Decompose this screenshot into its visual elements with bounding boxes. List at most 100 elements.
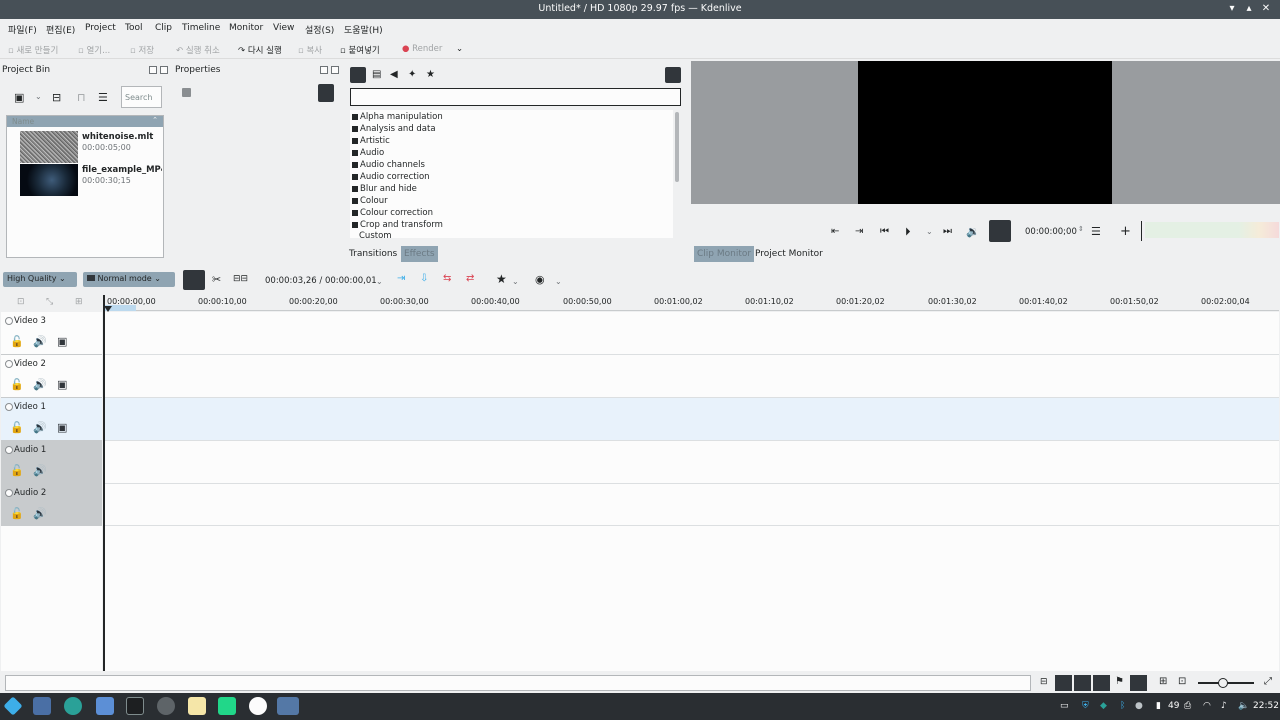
monitor-timecode[interactable]: 00:00:00;00 bbox=[1025, 227, 1077, 237]
menu-view[interactable]: View bbox=[273, 23, 294, 33]
waveform-view-button[interactable] bbox=[1093, 675, 1110, 691]
properties-toggle-button[interactable] bbox=[318, 84, 334, 102]
delete-icon[interactable]: ⊓ bbox=[77, 91, 86, 104]
obs-icon[interactable] bbox=[157, 697, 175, 715]
desktop-icon[interactable] bbox=[33, 697, 51, 715]
folder-icon[interactable]: ⊟ bbox=[52, 91, 61, 104]
terminal-icon[interactable] bbox=[126, 697, 144, 715]
tab-clip-monitor[interactable]: Clip Monitor bbox=[694, 246, 755, 262]
float-icon[interactable] bbox=[149, 66, 157, 74]
effects-menu-button[interactable] bbox=[665, 67, 681, 83]
track-lane-video-1[interactable] bbox=[105, 398, 1279, 441]
lift-icon[interactable]: ⇄ bbox=[466, 273, 474, 284]
menu-icon[interactable]: ☰ bbox=[98, 91, 108, 104]
effect-category[interactable]: Blur and hide bbox=[352, 184, 417, 194]
menu-timeline[interactable]: Timeline bbox=[182, 23, 220, 33]
overwrite-icon[interactable]: ⇩ bbox=[420, 273, 428, 284]
track-header-audio-2[interactable]: Audio 2 🔓 🔊 bbox=[1, 484, 102, 526]
paste-button[interactable]: ▫ 붙여넣기 bbox=[340, 44, 380, 56]
set-zone-out-icon[interactable]: ⇥ bbox=[855, 226, 863, 237]
track-lane-audio-1[interactable] bbox=[105, 441, 1279, 484]
marker-flag-icon[interactable]: ⚑ bbox=[1115, 676, 1124, 687]
render-menu-chevron-icon[interactable]: ⌄ bbox=[456, 44, 463, 54]
menu-clip[interactable]: Clip bbox=[155, 23, 172, 33]
track-target-icon[interactable] bbox=[5, 317, 13, 325]
effect-category[interactable]: Audio channels bbox=[352, 160, 425, 170]
effect-category[interactable]: Artistic bbox=[352, 136, 390, 146]
menu-file[interactable]: 파일(F) bbox=[8, 23, 37, 36]
float-icon[interactable] bbox=[320, 66, 328, 74]
printer-icon[interactable]: ⎙ bbox=[1184, 701, 1191, 711]
track-header-video-3[interactable]: Video 3 🔓 🔊 ▣ bbox=[1, 312, 102, 355]
file-manager-icon[interactable] bbox=[96, 697, 114, 715]
tab-effects[interactable]: Effects bbox=[401, 246, 438, 262]
menu-tool[interactable]: Tool bbox=[125, 23, 142, 33]
rewind-icon[interactable]: ⏮ bbox=[880, 226, 889, 237]
timecode-spinner-icon[interactable]: ⇕ bbox=[1078, 225, 1084, 233]
menu-help[interactable]: 도움말(H) bbox=[344, 23, 383, 36]
menu-edit[interactable]: 편집(E) bbox=[46, 23, 75, 36]
add-clip-menu-chevron-icon[interactable]: ⌄ bbox=[35, 92, 42, 101]
pycharm-icon[interactable] bbox=[218, 697, 236, 715]
copy-button[interactable]: ▫ 복사 bbox=[298, 44, 322, 56]
proxy-menu-chevron-icon[interactable]: ⌄ bbox=[555, 277, 562, 286]
zoom-slider-handle[interactable] bbox=[1218, 678, 1228, 688]
clip-name[interactable]: whitenoise.mlt bbox=[82, 132, 162, 142]
zoom-fit-icon[interactable]: ⤢ bbox=[1264, 676, 1272, 687]
audio-icon[interactable]: 🔊 bbox=[33, 378, 47, 391]
selection-tool-button[interactable] bbox=[183, 270, 205, 290]
track-header-video-2[interactable]: Video 2 🔓 🔊 ▣ bbox=[1, 355, 102, 398]
app-launcher-icon[interactable] bbox=[3, 696, 23, 716]
effect-category[interactable]: Colour correction bbox=[352, 208, 433, 218]
video-icon[interactable]: ▣ bbox=[57, 421, 67, 434]
media-app-icon[interactable] bbox=[249, 697, 267, 715]
effect-category[interactable]: Crop and transform bbox=[352, 220, 443, 230]
audio-effects-icon[interactable]: ◀ bbox=[390, 69, 398, 80]
bluetooth-icon[interactable]: ᛒ bbox=[1120, 701, 1125, 711]
monitor-screen[interactable] bbox=[858, 61, 1112, 204]
lock-icon[interactable]: 🔓 bbox=[10, 421, 24, 434]
render-button[interactable]: ● Render bbox=[402, 44, 442, 54]
video-thumbnail[interactable] bbox=[20, 164, 78, 196]
monitor-menu-icon[interactable]: ☰ bbox=[1091, 225, 1101, 238]
effect-category[interactable]: Colour bbox=[352, 196, 388, 206]
tab-transitions[interactable]: Transitions bbox=[349, 249, 397, 259]
screenshot-tray-icon[interactable]: ▭ bbox=[1060, 701, 1069, 711]
save-status-icon[interactable]: ⊟ bbox=[1040, 677, 1048, 687]
user-tray-icon[interactable]: ● bbox=[1135, 701, 1143, 711]
bin-list-header[interactable]: Name ⌃ bbox=[7, 116, 163, 127]
clip-name[interactable]: file_example_MP4_640_3MG.mp4 bbox=[82, 165, 162, 175]
effect-category[interactable]: Audio correction bbox=[352, 172, 430, 182]
add-clip-icon[interactable]: ▣ bbox=[14, 91, 24, 104]
text-editor-icon[interactable] bbox=[188, 697, 206, 715]
track-name[interactable]: Audio 1 bbox=[14, 445, 46, 455]
position-chevron-icon[interactable]: ⌄ bbox=[376, 277, 383, 286]
close-icon[interactable]: ✕ bbox=[1260, 3, 1272, 15]
volume-icon[interactable]: 🔉 bbox=[966, 225, 980, 238]
lock-icon[interactable]: 🔓 bbox=[10, 464, 24, 477]
track-name[interactable]: Video 1 bbox=[14, 402, 46, 412]
star-menu-chevron-icon[interactable]: ⌄ bbox=[512, 277, 519, 286]
track-target-icon[interactable] bbox=[5, 360, 13, 368]
extract-icon[interactable]: ⇆ bbox=[443, 273, 451, 284]
custom-effects-icon[interactable]: ✦ bbox=[408, 69, 416, 80]
effect-category[interactable]: Audio bbox=[352, 148, 384, 158]
bin-search-input[interactable]: Search bbox=[121, 86, 162, 108]
close-panel-icon[interactable] bbox=[160, 66, 168, 74]
favorite-star-icon[interactable]: ★ bbox=[496, 272, 507, 286]
favorite-effects-icon[interactable]: ★ bbox=[426, 69, 435, 80]
play-menu-chevron-icon[interactable]: ⌄ bbox=[926, 227, 933, 236]
menu-settings[interactable]: 설정(S) bbox=[305, 23, 334, 36]
save-button[interactable]: ▫ 저장 bbox=[130, 44, 154, 56]
battery-icon[interactable]: ▮ bbox=[1156, 701, 1161, 711]
fit-zoom-icon[interactable]: ⊡ bbox=[1178, 676, 1186, 687]
snap-button[interactable] bbox=[1130, 675, 1147, 691]
track-target-icon[interactable] bbox=[5, 446, 13, 454]
close-panel-icon[interactable] bbox=[331, 66, 339, 74]
effects-scrollbar[interactable] bbox=[673, 110, 681, 238]
vscode-icon[interactable] bbox=[64, 697, 82, 715]
clock[interactable]: 22:52 bbox=[1253, 701, 1279, 711]
track-target-icon[interactable] bbox=[5, 403, 13, 411]
insert-icon[interactable]: ⇥ bbox=[397, 273, 405, 284]
timeline-empty-area[interactable] bbox=[105, 526, 1279, 671]
